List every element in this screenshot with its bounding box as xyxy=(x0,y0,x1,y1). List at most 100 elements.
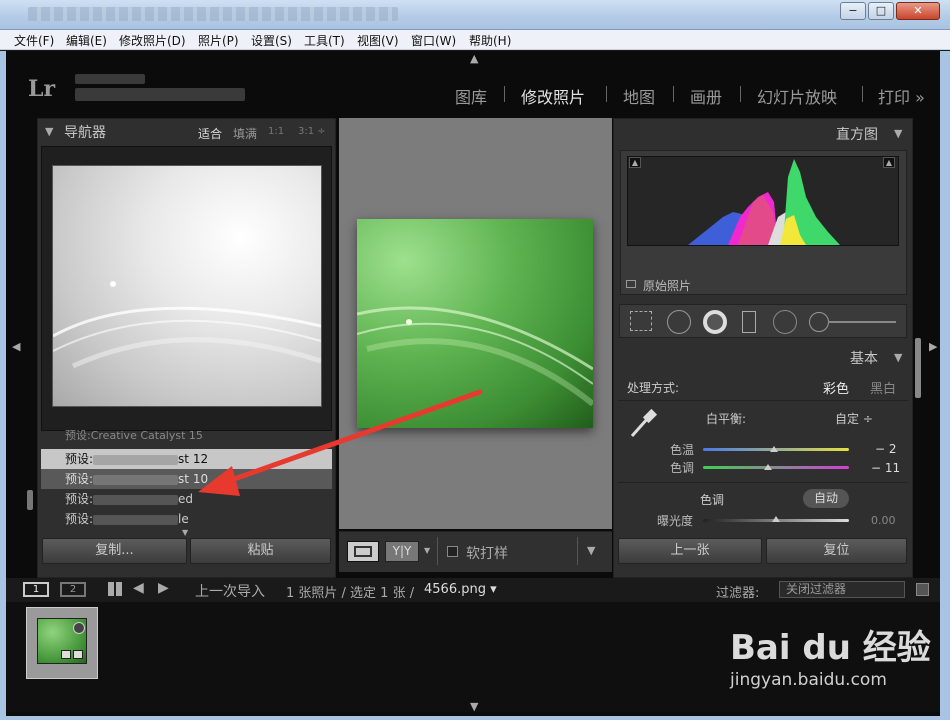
window-border-bottom xyxy=(0,716,950,720)
menu-tools[interactable]: 工具(T) xyxy=(304,32,345,49)
histogram-plot xyxy=(627,156,899,246)
treatment-label: 处理方式: xyxy=(627,381,680,395)
source-label[interactable]: 上一次导入 xyxy=(195,581,265,601)
navigator-preview-image[interactable] xyxy=(52,165,322,407)
module-separator xyxy=(504,86,505,102)
menu-window[interactable]: 窗口(W) xyxy=(411,32,456,49)
preset-item[interactable]: 预设:Creative Catalyst 15 xyxy=(41,430,332,442)
window-2-button[interactable]: 2 xyxy=(60,582,86,597)
filmstrip-thumbnail-cell[interactable] xyxy=(26,607,98,679)
preset-item[interactable]: 预设: st 10 xyxy=(41,469,332,489)
paste-button[interactable]: 粘贴 xyxy=(190,538,331,564)
menu-develop[interactable]: 修改照片(D) xyxy=(119,32,186,49)
zoom-1-1[interactable]: 1:1 xyxy=(268,126,284,137)
highlight-clip-icon[interactable]: ▲ xyxy=(883,157,895,168)
window-titlebar[interactable] xyxy=(0,0,950,30)
tint-slider-thumb[interactable] xyxy=(764,464,772,470)
before-after-dropdown-icon[interactable]: ▼ xyxy=(424,546,430,555)
module-slideshow[interactable]: 幻灯片放映 xyxy=(757,84,837,108)
close-button[interactable]: ✕ xyxy=(896,2,940,20)
navigator-collapse-icon[interactable]: ▼ xyxy=(45,125,53,138)
softproof-checkbox[interactable] xyxy=(447,546,458,557)
preset-item[interactable]: 预设: le xyxy=(41,509,332,529)
right-scrollbar[interactable] xyxy=(915,338,921,398)
brush-slider[interactable] xyxy=(828,321,896,323)
forward-arrow-icon[interactable]: ▶ xyxy=(158,580,169,596)
menu-photo[interactable]: 照片(P) xyxy=(198,32,239,49)
preset-scroll-down-icon[interactable]: ▼ xyxy=(182,528,188,537)
radial-filter-icon[interactable] xyxy=(773,310,797,334)
tone-label: 色调 xyxy=(700,493,725,507)
tint-value[interactable]: − 11 xyxy=(871,461,900,475)
auto-tone-button[interactable]: 自动 xyxy=(803,489,849,508)
filename-dropdown[interactable]: 4566.png ▾ xyxy=(424,582,497,597)
treatment-color-option[interactable]: 彩色 xyxy=(823,378,849,397)
temp-slider-thumb[interactable] xyxy=(770,446,778,452)
main-photo[interactable] xyxy=(357,219,593,428)
identity-line-2-blurred xyxy=(75,88,245,101)
lightroom-logo: Lr xyxy=(28,76,56,102)
treatment-bw-option[interactable]: 黑白 xyxy=(870,378,896,397)
zoom-3-1[interactable]: 3:1 ÷ xyxy=(298,126,326,137)
exposure-label: 曝光度 xyxy=(657,514,694,528)
grid-view-icon[interactable] xyxy=(108,582,122,596)
right-panel-toggle-icon[interactable]: ▶ xyxy=(929,340,937,353)
zoom-fill[interactable]: 填满 xyxy=(233,125,257,142)
menu-help[interactable]: 帮助(H) xyxy=(469,32,511,49)
original-photo-checkbox[interactable] xyxy=(626,280,636,288)
module-separator xyxy=(606,86,607,102)
tint-label: 色调 xyxy=(670,461,695,475)
softproof-label: 软打样 xyxy=(466,546,508,562)
filter-lock-icon[interactable] xyxy=(916,583,929,596)
left-scrollbar[interactable] xyxy=(27,490,33,510)
module-map[interactable]: 地图 xyxy=(623,84,655,108)
spot-removal-icon[interactable] xyxy=(667,310,691,334)
reset-button[interactable]: 复位 xyxy=(766,538,907,564)
photo-count: 1 张照片 / 选定 1 张 / xyxy=(286,586,415,601)
maximize-button[interactable]: □ xyxy=(868,2,894,20)
left-panel-toggle-icon[interactable]: ◀ xyxy=(12,340,20,353)
module-book[interactable]: 画册 xyxy=(690,84,722,108)
menu-edit[interactable]: 编辑(E) xyxy=(66,32,107,49)
original-photo-label: 原始照片 xyxy=(643,279,692,293)
menu-file[interactable]: 文件(F) xyxy=(14,32,54,49)
tint-slider[interactable] xyxy=(703,466,849,469)
module-library[interactable]: 图库 xyxy=(455,84,487,108)
histogram-collapse-icon[interactable]: ▼ xyxy=(894,127,902,140)
module-print[interactable]: 打印 » xyxy=(878,84,925,108)
watermark-url: jingyan.baidu.com xyxy=(730,670,887,690)
bottom-panel-toggle-icon[interactable]: ▼ xyxy=(470,700,478,713)
module-develop[interactable]: 修改照片 xyxy=(521,84,585,108)
temp-value[interactable]: − 2 xyxy=(875,442,897,456)
exposure-slider-thumb[interactable] xyxy=(772,516,780,522)
crop-tool-icon[interactable] xyxy=(630,311,652,331)
toolbar-menu-icon[interactable]: ▼ xyxy=(587,544,595,557)
copy-button[interactable]: 复制... xyxy=(42,538,187,564)
basic-collapse-icon[interactable]: ▼ xyxy=(894,351,902,364)
zoom-fit[interactable]: 适合 xyxy=(198,125,222,142)
previous-button[interactable]: 上一张 xyxy=(618,538,762,564)
preset-item[interactable]: 预设: ed xyxy=(41,489,332,509)
filter-select[interactable]: 关闭过滤器 xyxy=(779,581,905,598)
top-panel-toggle-icon[interactable]: ▲ xyxy=(470,52,478,65)
menu-view[interactable]: 视图(V) xyxy=(357,32,399,49)
basic-title: 基本 xyxy=(850,351,878,367)
white-balance-label: 白平衡: xyxy=(706,412,747,426)
module-separator xyxy=(862,86,863,102)
adjustment-brush-icon[interactable] xyxy=(809,312,829,332)
preset-item-selected[interactable]: 预设: st 12 xyxy=(41,449,332,469)
white-balance-picker-icon[interactable] xyxy=(626,406,660,440)
graduated-filter-icon[interactable] xyxy=(742,311,756,333)
menu-settings[interactable]: 设置(S) xyxy=(251,32,292,49)
before-after-button[interactable]: Y|Y xyxy=(385,541,419,562)
minimize-button[interactable]: − xyxy=(840,2,866,20)
window-1-button[interactable]: 1 xyxy=(23,582,49,597)
shadow-clip-icon[interactable]: ▲ xyxy=(629,157,641,168)
white-balance-select[interactable]: 自定 ÷ xyxy=(835,410,873,427)
back-arrow-icon[interactable]: ◀ xyxy=(133,580,144,596)
redeye-icon[interactable] xyxy=(703,310,727,334)
window-title-blurred xyxy=(28,7,398,21)
view-mode-button[interactable] xyxy=(347,541,379,562)
exposure-value[interactable]: 0.00 xyxy=(871,514,896,527)
window-border-right xyxy=(940,51,950,720)
